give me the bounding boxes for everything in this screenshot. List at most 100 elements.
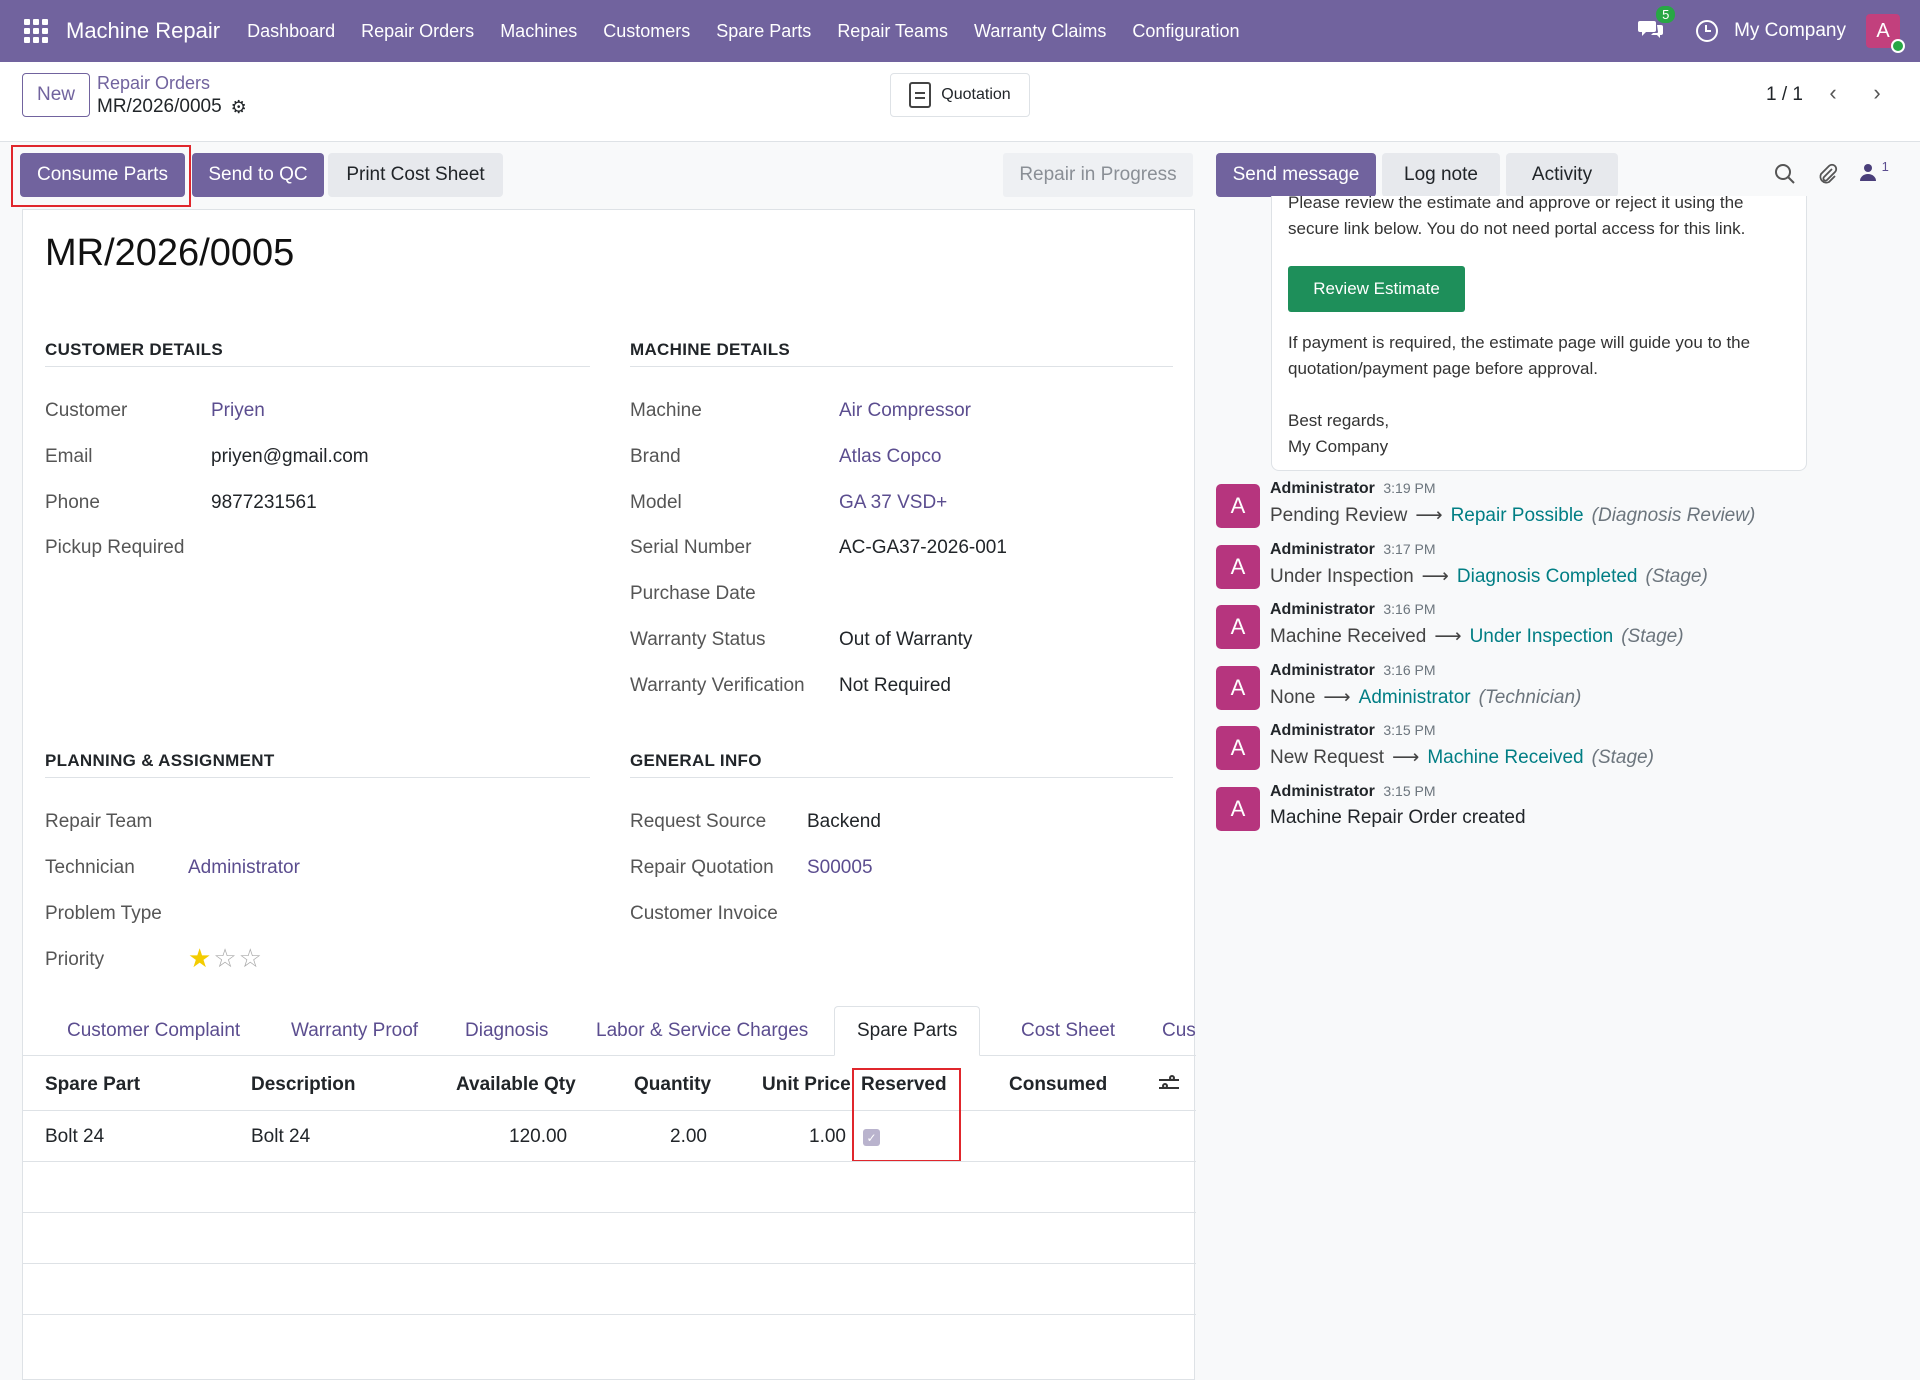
mail-line-6: My Company	[1288, 437, 1389, 456]
col-description[interactable]: Description	[251, 1074, 356, 1096]
chatter-message: A Administrator 3:16 PM None ⟶ Administrat…	[1216, 662, 1866, 720]
mail-line-4: quotation/payment page before approval.	[1288, 359, 1599, 378]
menu-customers[interactable]: Customers	[603, 21, 690, 42]
phone-value[interactable]: 9877231561	[211, 492, 317, 514]
pickup-required-label: Pickup Required	[45, 537, 185, 558]
gear-icon[interactable]: ⚙	[231, 97, 247, 118]
row-spare-part[interactable]: Bolt 24	[45, 1126, 104, 1148]
table-row-divider	[23, 1161, 1196, 1162]
model-value[interactable]: GA 37 VSD+	[839, 492, 947, 514]
request-source-value[interactable]: Backend	[807, 811, 881, 833]
customer-value[interactable]: Priyen	[211, 400, 265, 422]
email-value[interactable]: priyen@gmail.com	[211, 446, 369, 468]
user-icon	[1860, 164, 1876, 181]
menu-repair-orders[interactable]: Repair Orders	[361, 21, 474, 42]
tab-customer-truncated[interactable]: Custo	[1140, 1006, 1196, 1056]
col-unit-price[interactable]: Unit Price	[762, 1074, 851, 1096]
serial-number-value[interactable]: AC-GA37-2026-001	[839, 537, 1007, 559]
priority-stars[interactable]: ★☆☆	[188, 943, 264, 974]
row-quantity[interactable]: 2.00	[670, 1126, 707, 1148]
priority-label: Priority	[45, 949, 105, 970]
row-unit-price[interactable]: 1.00	[809, 1126, 846, 1148]
new-button[interactable]: New	[22, 73, 90, 117]
author-avatar[interactable]: A	[1216, 484, 1260, 528]
message-body: Machine Received ⟶ Under Inspection (Stage)	[1270, 626, 1684, 647]
table-empty-row-divider	[23, 1263, 1196, 1264]
author-avatar[interactable]: A	[1216, 605, 1260, 649]
star-icon[interactable]: ☆	[213, 943, 238, 973]
tab-diagnosis[interactable]: Diagnosis	[443, 1006, 570, 1056]
star-icon[interactable]: ☆	[239, 943, 264, 973]
row-description[interactable]: Bolt 24	[251, 1126, 310, 1148]
author-avatar[interactable]: A	[1216, 666, 1260, 710]
paperclip-icon[interactable]	[1816, 163, 1838, 185]
breadcrumb-repair-orders[interactable]: Repair Orders	[97, 73, 210, 94]
tab-customer-complaint[interactable]: Customer Complaint	[45, 1006, 262, 1056]
send-to-qc-button[interactable]: Send to QC	[192, 153, 324, 197]
row-available-qty[interactable]: 120.00	[509, 1126, 567, 1148]
author-avatar[interactable]: A	[1216, 545, 1260, 589]
followers-count: 1	[1881, 159, 1889, 174]
menu-configuration[interactable]: Configuration	[1132, 21, 1239, 42]
repair-quotation-value[interactable]: S00005	[807, 857, 873, 879]
menu-dashboard[interactable]: Dashboard	[247, 21, 335, 42]
app-name[interactable]: Machine Repair	[66, 18, 220, 44]
app-grid-icon[interactable]	[24, 19, 48, 43]
user-avatar[interactable]: A	[1866, 14, 1905, 53]
chevron-right-icon[interactable]: ›	[1864, 80, 1890, 106]
stage-repair-in-progress[interactable]: Repair in Progress	[1003, 153, 1193, 197]
messaging-button[interactable]: 5	[1638, 5, 1676, 45]
menu-warranty-claims[interactable]: Warranty Claims	[974, 21, 1106, 42]
email-message-card: Please review the estimate and approve o…	[1271, 193, 1807, 471]
highlight-reserved-column	[852, 1068, 961, 1162]
machine-label: Machine	[630, 400, 702, 421]
menu-machines[interactable]: Machines	[500, 21, 577, 42]
document-icon	[909, 82, 932, 108]
message-author: Administrator 3:16 PM	[1270, 662, 1436, 679]
star-icon[interactable]: ★	[188, 943, 213, 973]
warranty-status-value[interactable]: Out of Warranty	[839, 629, 972, 651]
author-avatar[interactable]: A	[1216, 726, 1260, 770]
tab-spare-parts[interactable]: Spare Parts	[834, 1006, 981, 1056]
chevron-left-icon[interactable]: ‹	[1820, 80, 1846, 106]
warranty-verification-label: Warranty Verification	[630, 675, 805, 696]
chatter-message: A Administrator 3:15 PM Machine Repair O…	[1216, 783, 1866, 841]
col-consumed[interactable]: Consumed	[1009, 1074, 1107, 1096]
search-icon[interactable]	[1774, 163, 1796, 185]
message-author: Administrator 3:15 PM	[1270, 783, 1436, 800]
warranty-verification-value[interactable]: Not Required	[839, 675, 951, 697]
repair-quotation-label: Repair Quotation	[630, 857, 774, 878]
pager-value[interactable]: 1 / 1	[1766, 84, 1803, 106]
message-author: Administrator 3:15 PM	[1270, 722, 1436, 739]
serial-number-label: Serial Number	[630, 537, 752, 558]
menu-spare-parts[interactable]: Spare Parts	[716, 21, 811, 42]
activity-clock-icon[interactable]	[1696, 20, 1719, 42]
customer-details-heading: CUSTOMER DETAILS	[45, 340, 590, 367]
print-cost-sheet-button[interactable]: Print Cost Sheet	[328, 153, 503, 197]
email-label: Email	[45, 446, 93, 467]
followers-button[interactable]: 1	[1860, 159, 1889, 187]
technician-value[interactable]: Administrator	[188, 857, 300, 879]
tab-warranty-proof[interactable]: Warranty Proof	[269, 1006, 440, 1056]
breadcrumb-current-label: MR/2026/0005	[97, 96, 222, 117]
col-spare-part[interactable]: Spare Part	[45, 1074, 140, 1096]
tab-labor-service-charges[interactable]: Labor & Service Charges	[574, 1006, 830, 1056]
col-available-qty[interactable]: Available Qty	[456, 1074, 576, 1096]
machine-value[interactable]: Air Compressor	[839, 400, 971, 422]
mail-line-5: Best regards,	[1288, 411, 1390, 430]
col-quantity[interactable]: Quantity	[634, 1074, 711, 1096]
highlight-consume-parts	[11, 145, 191, 207]
column-settings-icon[interactable]	[1159, 1074, 1179, 1094]
review-estimate-button[interactable]: Review Estimate	[1288, 266, 1465, 312]
problem-type-label: Problem Type	[45, 903, 162, 924]
message-author: Administrator 3:19 PM	[1270, 480, 1436, 497]
menu-repair-teams[interactable]: Repair Teams	[837, 21, 948, 42]
author-avatar[interactable]: A	[1216, 787, 1260, 831]
quotation-smart-button[interactable]: Quotation	[890, 73, 1030, 117]
brand-value[interactable]: Atlas Copco	[839, 446, 941, 468]
company-switcher[interactable]: My Company	[1734, 20, 1846, 42]
chatter-message: A Administrator 3:17 PM Under Inspection…	[1216, 541, 1866, 599]
chatter-message: A Administrator 3:19 PM Pending Review ⟶ R…	[1216, 480, 1866, 538]
chat-count-badge: 5	[1656, 5, 1676, 23]
tab-cost-sheet[interactable]: Cost Sheet	[999, 1006, 1137, 1056]
